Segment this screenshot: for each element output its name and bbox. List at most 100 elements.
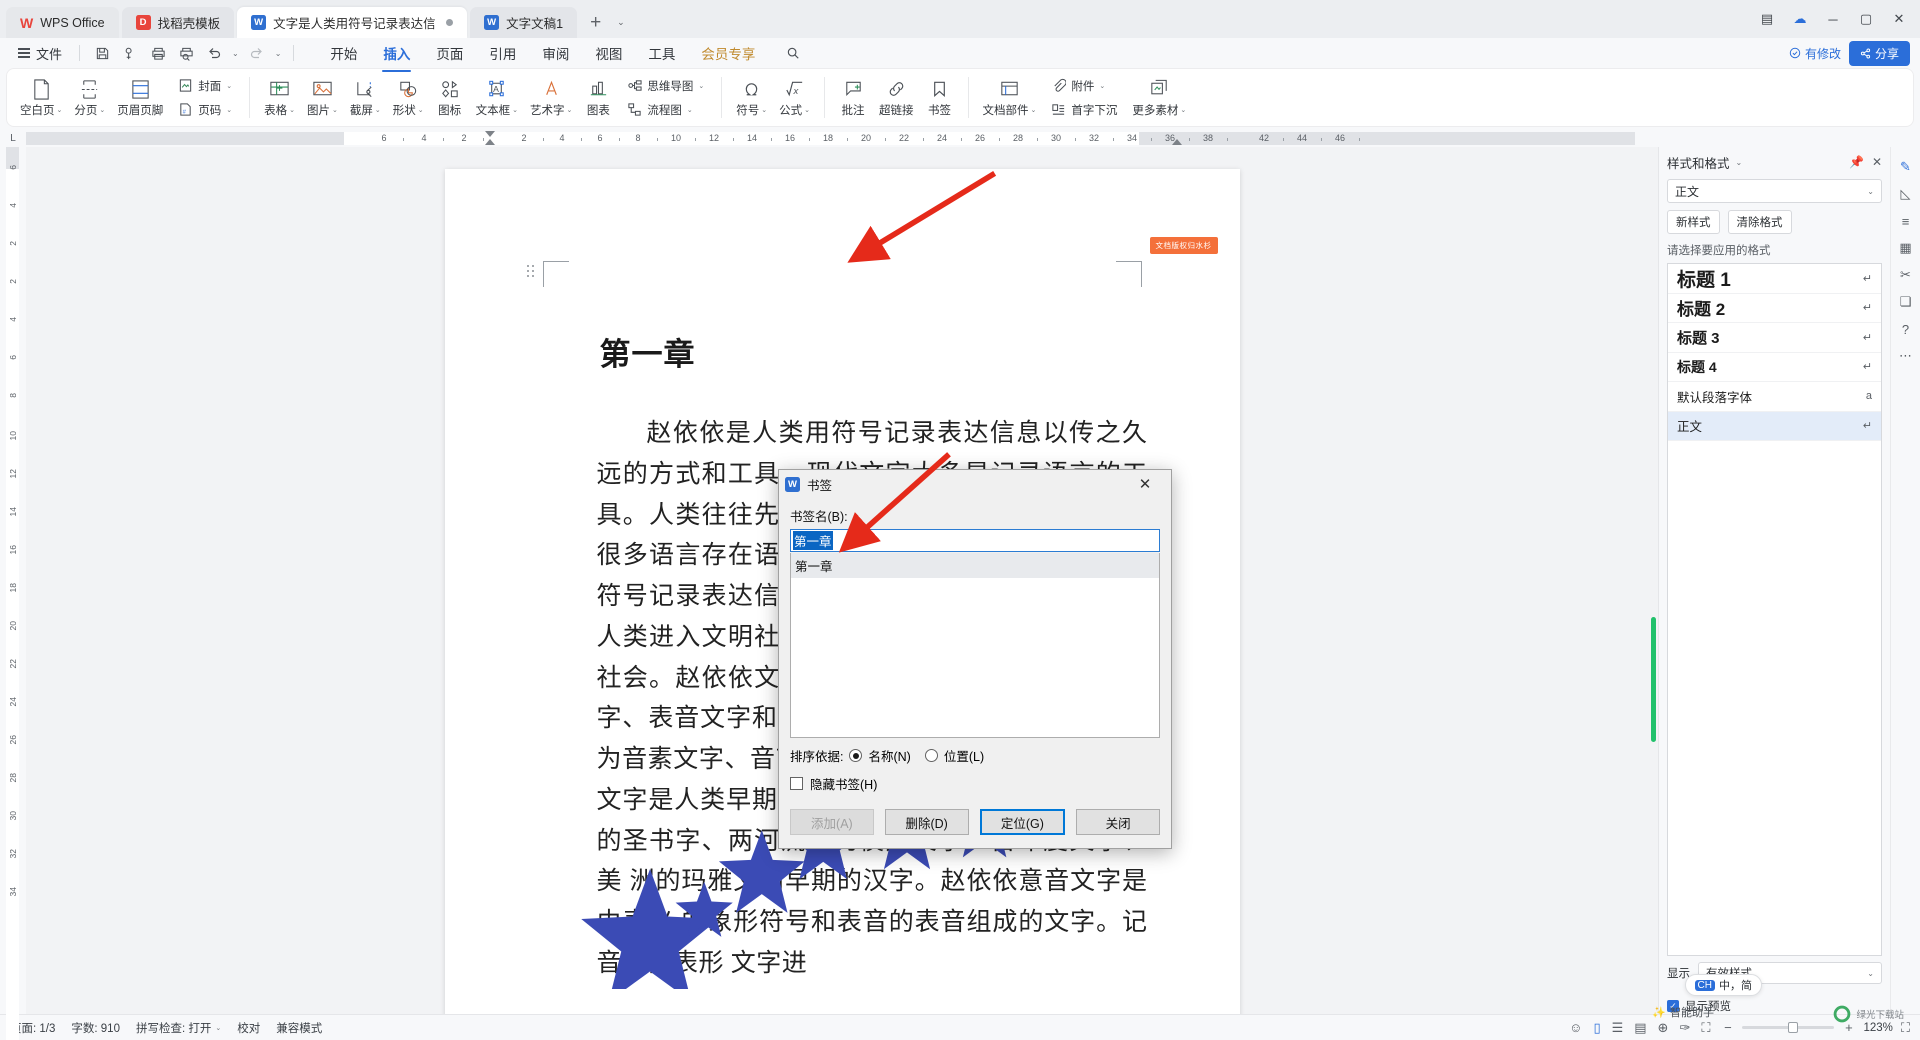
zoom-out-button[interactable]: − bbox=[1721, 1020, 1734, 1035]
ribbon-symbol[interactable]: 符号 ⌄ bbox=[730, 70, 773, 125]
save-status[interactable]: 有修改 bbox=[1789, 45, 1841, 62]
ribbon-header-footer[interactable]: 页眉页脚 bbox=[111, 70, 169, 125]
ribbon-mind-map[interactable]: 思维导图 ⌄ bbox=[621, 74, 710, 98]
styles-list[interactable]: 标题 1 ↵ 标题 2 ↵ 标题 3 ↵ 标题 4 ↵ 默认段落字体 a 正文 … bbox=[1667, 263, 1882, 956]
first-line-indent-marker[interactable] bbox=[485, 131, 495, 137]
tab-document-2[interactable]: W 文字文稿1 bbox=[470, 7, 578, 38]
horizontal-ruler[interactable]: 6 4 2 2 4 6 8 10 12 14 16 18 20 22 24 26 28 30 32 34 36 38 42 4… bbox=[26, 130, 1635, 147]
style-item-body[interactable]: 正文 ↵ bbox=[1668, 411, 1881, 441]
outline-view-icon[interactable]: ☰ bbox=[1612, 1020, 1624, 1036]
ribbon-more-assets[interactable]: 更多素材 ⌄ bbox=[1126, 70, 1192, 125]
ribbon-bookmark[interactable]: 书签 bbox=[920, 70, 960, 125]
clear-format-button[interactable]: 清除格式 bbox=[1727, 210, 1792, 234]
close-dialog-button[interactable]: 关闭 bbox=[1076, 809, 1160, 835]
bookmark-dialog[interactable]: W 书签 ✕ 书签名(B): 第一章 第一章 排序依据: 名称(N) 位置(L)… bbox=[778, 469, 1172, 849]
search-icon[interactable] bbox=[780, 41, 806, 65]
new-tab-button[interactable]: + bbox=[584, 13, 607, 32]
grid-icon[interactable]: ▦ bbox=[1894, 236, 1918, 260]
zoom-slider[interactable] bbox=[1742, 1022, 1835, 1033]
ribbon-page-break[interactable]: 分页 ⌄ bbox=[68, 70, 111, 125]
vertical-scrollbar[interactable] bbox=[1649, 147, 1658, 1014]
tab-find-template[interactable]: D 找稻壳模板 bbox=[121, 7, 235, 38]
print-preview-icon[interactable] bbox=[117, 41, 143, 65]
ribbon-drop-cap[interactable]: 首字下沉 bbox=[1045, 98, 1123, 122]
pen-view-icon[interactable]: ✑ bbox=[1679, 1020, 1690, 1036]
word-count[interactable]: 字数: 910 bbox=[71, 1020, 120, 1036]
align-icon[interactable]: ≡ bbox=[1894, 209, 1918, 233]
right-indent-marker[interactable] bbox=[1172, 139, 1182, 145]
share-button[interactable]: 分享 bbox=[1848, 40, 1910, 66]
ime-indicator[interactable]: CH 中，简 bbox=[1684, 974, 1762, 996]
current-style-select[interactable]: 正文 ⌄ bbox=[1667, 179, 1882, 203]
redo-icon[interactable] bbox=[244, 41, 270, 65]
add-bookmark-button[interactable]: 添加(A) bbox=[790, 809, 874, 835]
tab-member[interactable]: 会员专享 bbox=[688, 39, 768, 67]
ribbon-comment[interactable]: 批注 bbox=[833, 70, 873, 125]
compat-mode[interactable]: 兼容模式 bbox=[276, 1020, 322, 1036]
page-view-icon[interactable]: ▯ bbox=[1593, 1020, 1600, 1036]
tab-insert[interactable]: 插入 bbox=[370, 39, 423, 72]
select-shape-icon[interactable]: ◺ bbox=[1894, 182, 1918, 206]
ribbon-doc-parts[interactable]: 文档部件 ⌄ bbox=[977, 70, 1043, 125]
more-dots-icon[interactable]: ⋯ bbox=[1894, 344, 1918, 368]
radio-sort-position[interactable] bbox=[924, 749, 938, 762]
bookmark-name-input[interactable]: 第一章 bbox=[790, 529, 1160, 552]
focus-view-icon[interactable]: ⛶ bbox=[1701, 1020, 1710, 1036]
ribbon-page-number[interactable]: # 页码 ⌄ bbox=[172, 98, 238, 122]
ruler-corner[interactable]: L bbox=[0, 130, 26, 147]
tab-start[interactable]: 开始 bbox=[317, 39, 370, 67]
sort-name-label[interactable]: 名称(N) bbox=[868, 746, 910, 765]
scissors-icon[interactable]: ✂ bbox=[1894, 263, 1918, 287]
spellcheck-status[interactable]: 拼写检查: 打开 ⌄ bbox=[136, 1020, 221, 1036]
tab-wps-office[interactable]: W WPS Office bbox=[6, 7, 119, 38]
pin-icon[interactable]: 📌 bbox=[1849, 155, 1864, 169]
style-item-default-paragraph-font[interactable]: 默认段落字体 a bbox=[1668, 382, 1881, 412]
left-indent-marker[interactable] bbox=[485, 139, 495, 145]
ribbon-icons[interactable]: 图标 bbox=[430, 70, 470, 125]
proofread-button[interactable]: 校对 bbox=[237, 1020, 260, 1036]
goto-bookmark-button[interactable]: 定位(G) bbox=[979, 809, 1066, 835]
document-canvas[interactable]: 文档版权归水杉 第一章 赵依依是人类用符号记录表达信息以传之久远的方式和工具。现… bbox=[26, 147, 1658, 1014]
more-caret-icon[interactable]: ⌄ bbox=[272, 49, 285, 58]
ribbon-word-art[interactable]: 艺术字 ⌄ bbox=[524, 70, 578, 125]
chevron-down-icon[interactable]: ⌄ bbox=[613, 17, 629, 28]
zoom-slider-thumb[interactable] bbox=[1788, 1022, 1799, 1033]
ribbon-blank-page[interactable]: 空白页 ⌄ bbox=[14, 70, 68, 125]
print-icon[interactable] bbox=[145, 41, 171, 65]
checkbox-hidden-bookmark[interactable] bbox=[790, 777, 803, 790]
ribbon-text-box[interactable]: A 文本框 ⌄ bbox=[470, 70, 524, 125]
edit-pen-icon[interactable]: ✎ bbox=[1894, 155, 1918, 179]
undo-caret-icon[interactable]: ⌄ bbox=[229, 49, 242, 58]
accessibility-icon[interactable]: ☺ bbox=[1569, 1020, 1582, 1035]
reading-view-icon[interactable]: ▤ bbox=[1634, 1020, 1646, 1036]
ribbon-chart[interactable]: 图表 bbox=[578, 70, 618, 125]
list-item[interactable]: 第一章 bbox=[791, 553, 1159, 578]
style-item-heading3[interactable]: 标题 3 ↵ bbox=[1668, 323, 1881, 353]
scroll-thumb[interactable] bbox=[1651, 617, 1656, 742]
close-icon[interactable]: ✕ bbox=[1884, 6, 1914, 32]
maximize-icon[interactable]: ▢ bbox=[1851, 6, 1881, 32]
tab-document-active[interactable]: W 文字是人类用符号记录表达信息以 bbox=[237, 7, 468, 38]
help-icon[interactable]: ? bbox=[1894, 317, 1918, 341]
ribbon-cover-page[interactable]: 封面 ⌄ bbox=[172, 74, 238, 98]
tab-page[interactable]: 页面 bbox=[423, 39, 476, 67]
tab-review[interactable]: 审阅 bbox=[529, 39, 582, 67]
ribbon-screenshot[interactable]: 截屏 ⌄ bbox=[344, 70, 387, 125]
layers-icon[interactable]: ❏ bbox=[1894, 290, 1918, 314]
style-item-heading4[interactable]: 标题 4 ↵ bbox=[1668, 353, 1881, 382]
web-view-icon[interactable]: ⊕ bbox=[1658, 1020, 1669, 1036]
chevron-down-icon[interactable]: ⌄ bbox=[1736, 158, 1743, 167]
tab-tools[interactable]: 工具 bbox=[635, 39, 688, 67]
ribbon-picture[interactable]: 图片 ⌄ bbox=[301, 70, 344, 125]
ribbon-table[interactable]: 表格 ⌄ bbox=[258, 70, 301, 125]
print-search-icon[interactable] bbox=[173, 41, 199, 65]
style-item-heading1[interactable]: 标题 1 ↵ bbox=[1668, 264, 1881, 294]
ribbon-shapes[interactable]: 形状 ⌄ bbox=[387, 70, 430, 125]
dialog-title-bar[interactable]: W 书签 ✕ bbox=[779, 470, 1171, 498]
vertical-ruler[interactable]: 6 4 2 2 4 6 8 10 12 14 16 18 20 22 24 26 28 30 32 34 bbox=[0, 147, 26, 1040]
ribbon-flow-chart[interactable]: 流程图 ⌄ bbox=[621, 98, 710, 122]
delete-bookmark-button[interactable]: 删除(D) bbox=[884, 809, 969, 835]
tab-view[interactable]: 视图 bbox=[582, 39, 635, 67]
style-item-heading2[interactable]: 标题 2 ↵ bbox=[1668, 294, 1881, 323]
file-menu-button[interactable]: 文件 bbox=[10, 41, 70, 65]
